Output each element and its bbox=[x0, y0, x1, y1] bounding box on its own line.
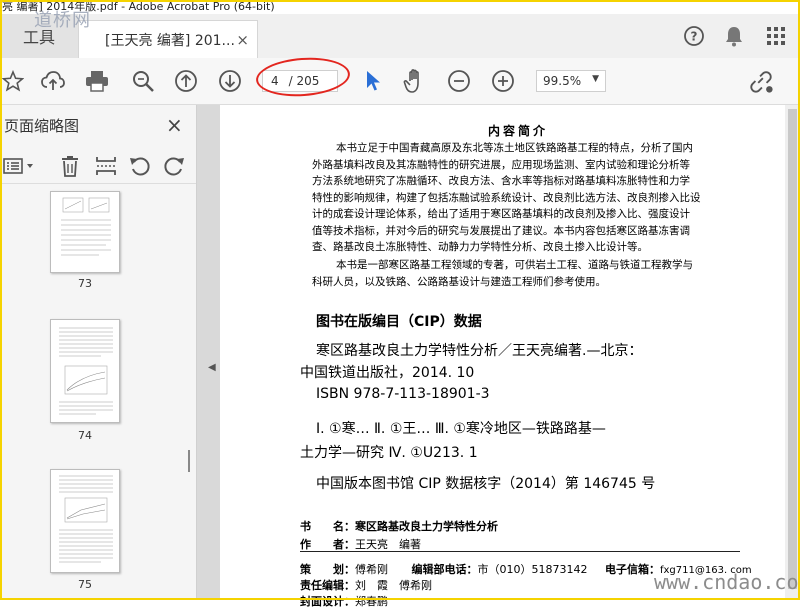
thumbnail-list: 73 74 75 bbox=[0, 185, 196, 600]
meta-author-value: 王天亮 编著 bbox=[355, 538, 421, 551]
panel-title: 页面缩略图 bbox=[4, 117, 80, 135]
tab-close-icon[interactable]: × bbox=[236, 31, 249, 49]
cip-line: Ⅰ. ①寒… Ⅱ. ①王… Ⅲ. ①寒冷地区—铁路路基— bbox=[316, 421, 606, 437]
meta-book-title: 书 名：寒区路基改良土力学特性分析 bbox=[300, 518, 498, 534]
meta-planner-label: 策 划： bbox=[300, 563, 355, 576]
meta-phone-label: 编辑部电话： bbox=[411, 563, 478, 576]
thumbnail-page-73[interactable] bbox=[50, 191, 120, 273]
cip-line: 土力学—研究 Ⅳ. ①U213. 1 bbox=[300, 445, 478, 461]
intro-line: 特性的影响规律，构建了包括冻融试验系统设计、改良剂比选方法、改良剂掺入比设 bbox=[312, 191, 701, 204]
panel-toolbar bbox=[0, 149, 196, 184]
svg-text:?: ? bbox=[691, 30, 698, 44]
intro-line: 科研人员，以及铁路、公路路基设计与建造工程师们参考使用。 bbox=[312, 275, 606, 288]
intro-line: 本书是一部寒区路基工程领域的专著，可供岩土工程、道路与铁道工程教学与 bbox=[336, 259, 693, 271]
apps-grid-icon[interactable] bbox=[764, 24, 788, 48]
meta-email-label: 电子信箱： bbox=[604, 563, 660, 576]
thumbnail-label-73: 73 bbox=[78, 277, 92, 290]
intro-line: 方法系统地研究了冻融循环、改良方法、含水率等指标对路基填料冻胀特性和力学 bbox=[312, 175, 690, 187]
insert-pages-icon[interactable] bbox=[94, 154, 118, 178]
intro-heading: 内容简介 bbox=[488, 124, 549, 138]
intro-line: 值等技术指标，并对今后的研究与发展提出了建议。本书内容包括寒区路基冻害调 bbox=[312, 224, 690, 237]
divider bbox=[300, 551, 740, 552]
zoom-level-value: 99.5% bbox=[543, 74, 582, 88]
meta-book-value: 寒区路基改良土力学特性分析 bbox=[355, 520, 498, 533]
meta-cover-value: 郑春鹏 bbox=[355, 595, 388, 608]
watermark-bottom: www.cndao.com bbox=[654, 570, 800, 594]
select-cursor-icon[interactable] bbox=[360, 68, 386, 94]
thumbnail-page-75[interactable] bbox=[50, 469, 120, 573]
meta-book-label: 书 名： bbox=[300, 520, 355, 533]
cip-line: ISBN 978-7-113-18901-3 bbox=[316, 386, 490, 402]
zoom-search-icon[interactable] bbox=[130, 68, 156, 94]
cloud-upload-icon[interactable] bbox=[40, 68, 66, 94]
options-menu-icon[interactable] bbox=[2, 154, 36, 178]
previous-page-icon[interactable] bbox=[173, 68, 199, 94]
vertical-scrollbar[interactable] bbox=[785, 105, 800, 600]
intro-line: 计的成套设计理论体系，给出了适用于寒区路基填料的改良剂及掺入比、强度设计 bbox=[312, 208, 690, 220]
intro-line: 外路基填料改良及其冻融特性的研究进展，应用现场监测、室内试验和理论分析等 bbox=[312, 158, 690, 171]
tab-row: 工具 [王天亮 编著] 201... × ? bbox=[0, 14, 800, 59]
meta-cover-row: 封面设计：郑春鹏 bbox=[300, 593, 388, 609]
help-icon[interactable]: ? bbox=[682, 24, 706, 48]
cip-line: 中国版本图书馆 CIP 数据核字（2014）第 146745 号 bbox=[316, 476, 656, 492]
trash-icon[interactable] bbox=[58, 154, 82, 178]
meta-editor-label: 责任编辑： bbox=[300, 579, 355, 592]
watermark-top: 道桥网 bbox=[34, 10, 91, 31]
meta-phone-value: 市（010）51873142 bbox=[477, 563, 588, 576]
next-page-icon[interactable] bbox=[217, 68, 243, 94]
link-share-icon[interactable] bbox=[748, 68, 774, 94]
window-title: 亮 编著] 2014年版.pdf - Adobe Acrobat Pro (64… bbox=[0, 0, 800, 14]
chevron-down-icon: ▼ bbox=[592, 74, 599, 84]
main-toolbar: 4 / 205 99.5% ▼ bbox=[0, 58, 800, 105]
panel-close-icon[interactable]: × bbox=[166, 113, 183, 137]
bookmark-star-icon[interactable] bbox=[0, 68, 26, 94]
intro-line: 查、路基改良土冻胀特性、动静力力学特性分析、改良土掺入比设计等。 bbox=[312, 241, 648, 253]
panel-resize-handle[interactable] bbox=[188, 450, 190, 472]
cip-heading: 图书在版编目（CIP）数据 bbox=[316, 314, 482, 330]
meta-editor-row: 责任编辑：刘 霞 傅希刚 bbox=[300, 577, 432, 593]
rotate-right-icon[interactable] bbox=[162, 154, 186, 178]
meta-editor-value: 刘 霞 傅希刚 bbox=[355, 579, 432, 592]
tab-document[interactable]: [王天亮 编著] 201... × bbox=[78, 20, 258, 58]
notification-bell-icon[interactable] bbox=[722, 24, 746, 48]
thumbnail-panel: 页面缩略图 × 73 74 75 bbox=[0, 105, 197, 600]
hand-tool-icon[interactable] bbox=[402, 68, 428, 94]
meta-planner-value: 傅希刚 bbox=[355, 563, 388, 576]
cip-line: 寒区路基改良土力学特性分析／王天亮编著.—北京： bbox=[316, 343, 643, 359]
intro-line: 本书立足于中国青藏高原及东北等冻土地区铁路路基工程的特点，分析了国内 bbox=[336, 142, 693, 154]
meta-cover-label: 封面设计： bbox=[300, 595, 355, 608]
thumbnail-label-74: 74 bbox=[78, 429, 92, 442]
tab-document-label: [王天亮 编著] 201... bbox=[105, 32, 235, 49]
meta-author: 作 者：王天亮 编著 bbox=[300, 536, 421, 552]
thumbnail-page-74[interactable] bbox=[50, 319, 120, 423]
print-icon[interactable] bbox=[84, 68, 110, 94]
collapse-panel-arrow-icon[interactable]: ◀ bbox=[208, 362, 216, 373]
scrollbar-thumb[interactable] bbox=[788, 109, 797, 589]
cip-line: 中国铁道出版社，2014. 10 bbox=[300, 365, 475, 381]
thumbnail-label-75: 75 bbox=[78, 578, 92, 591]
meta-author-label: 作 者： bbox=[300, 538, 355, 551]
zoom-out-icon[interactable] bbox=[446, 68, 472, 94]
rotate-left-icon[interactable] bbox=[128, 154, 152, 178]
zoom-in-icon[interactable] bbox=[490, 68, 516, 94]
zoom-level-select[interactable]: 99.5% ▼ bbox=[536, 70, 606, 92]
